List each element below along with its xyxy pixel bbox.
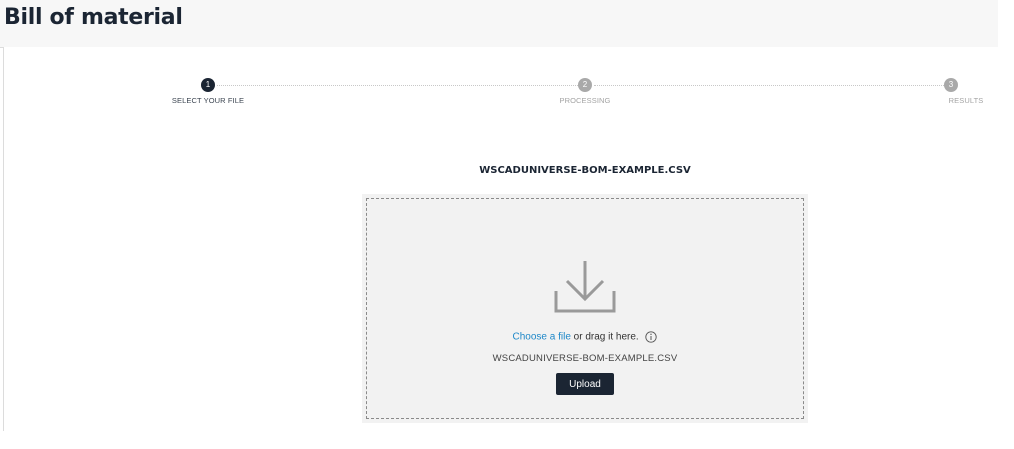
step-number: 2 [578, 78, 592, 92]
step-results: 3 RESULTS [891, 78, 1011, 105]
step-label: RESULTS [948, 96, 984, 105]
stepper: 1 SELECT YOUR FILE 2 PROCESSING 3 RESULT… [4, 47, 999, 117]
selected-file-name: WSCADUNIVERSE-BOM-EXAMPLE.CSV [492, 353, 678, 364]
step-processing: 2 PROCESSING [525, 78, 645, 105]
page-header: Bill of material [0, 0, 998, 48]
step-number: 3 [944, 78, 958, 92]
file-dropzone[interactable]: Choose a file or drag it here. WSCADUNIV… [362, 194, 808, 423]
drag-text: or drag it here. [570, 331, 639, 343]
download-icon [554, 261, 616, 313]
step-number: 1 [201, 78, 215, 92]
upload-panel: 1 SELECT YOUR FILE 2 PROCESSING 3 RESULT… [3, 47, 999, 431]
selected-file-heading: WSCADUNIVERSE-BOM-EXAMPLE.CSV [479, 165, 691, 176]
step-label: SELECT YOUR FILE [171, 96, 245, 105]
step-label: PROCESSING [559, 96, 611, 105]
choose-file-link[interactable]: Choose a file [513, 332, 571, 343]
upload-button[interactable]: Upload [556, 373, 614, 395]
drop-instructions: Choose a file or drag it here. [362, 331, 808, 343]
info-icon[interactable] [645, 331, 658, 343]
page-title: Bill of material [4, 5, 183, 30]
step-select-file: 1 SELECT YOUR FILE [148, 78, 268, 105]
